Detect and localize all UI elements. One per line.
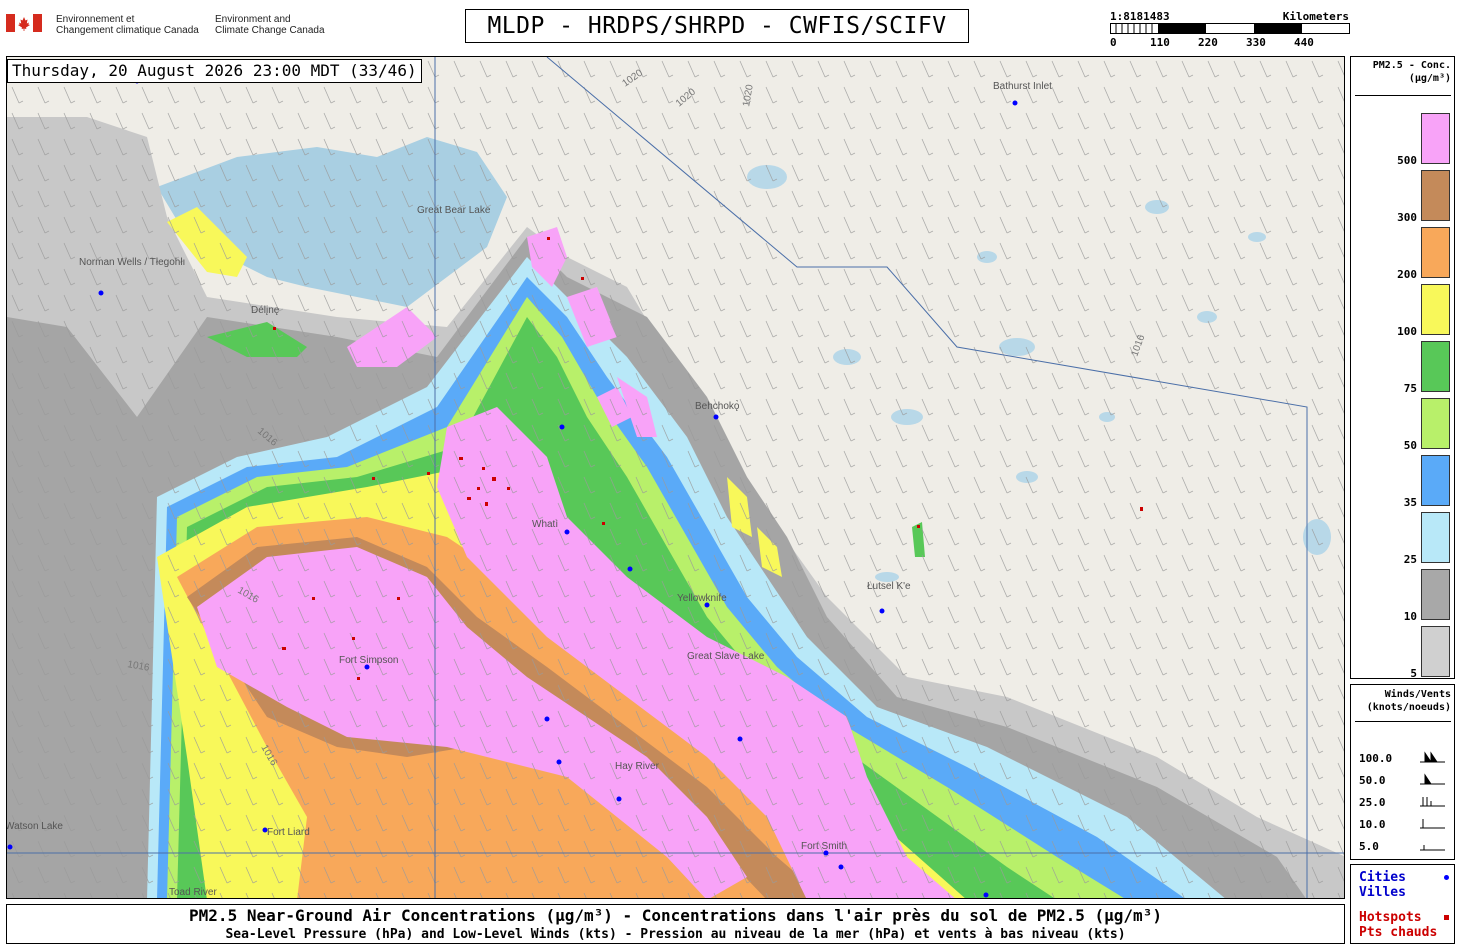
cities-label-line2: Villes bbox=[1359, 885, 1406, 900]
scale-tick: 220 bbox=[1198, 36, 1218, 49]
wind-row: 5.0 bbox=[1359, 840, 1445, 853]
place-label: Yellowknife bbox=[677, 593, 727, 604]
cities-label-line1: Cities bbox=[1359, 870, 1406, 885]
map-caption: PM2.5 Near-Ground Air Concentrations (µg… bbox=[6, 904, 1345, 944]
wind-row: 50.0 bbox=[1359, 773, 1445, 787]
legend-level-label: 75 bbox=[1403, 382, 1417, 395]
dept-name-fr: Environnement et Changement climatique C… bbox=[56, 14, 199, 36]
legend-swatch bbox=[1421, 113, 1450, 164]
legend-level-label: 35 bbox=[1403, 496, 1417, 509]
legend-swatch bbox=[1421, 398, 1450, 449]
wind-barb-icon bbox=[1420, 773, 1445, 785]
place-label: Behchokǫ̀ bbox=[695, 399, 740, 412]
caption-line2: Sea-Level Pressure (hPa) and Low-Level W… bbox=[225, 927, 1126, 942]
hotspots-label-line1: Hotspots bbox=[1359, 910, 1422, 925]
wind-row: 25.0 bbox=[1359, 796, 1445, 809]
legend-level-label: 5 bbox=[1410, 667, 1417, 680]
wind-row-value: 5.0 bbox=[1359, 840, 1379, 853]
legend-swatch bbox=[1421, 284, 1450, 335]
eccc-logo: Environnement et Changement climatique C… bbox=[6, 12, 346, 42]
place-label: Fort Smith bbox=[801, 841, 847, 852]
wind-legend-title: Winds/Vents (knots/noeuds) bbox=[1351, 688, 1451, 714]
place-label: Łutsel K'e bbox=[867, 581, 911, 592]
scale-tick: 0 bbox=[1110, 36, 1117, 49]
scale-unit: Kilometers bbox=[1282, 10, 1349, 23]
wind-barb-icon bbox=[1420, 845, 1445, 851]
legend-divider bbox=[1355, 95, 1451, 96]
forecast-datetime: Thursday, 20 August 2026 23:00 MDT (33/4… bbox=[7, 59, 422, 83]
legend-swatch bbox=[1421, 341, 1450, 392]
place-label: Hay River bbox=[615, 761, 660, 772]
legend-level-label: 10 bbox=[1403, 610, 1417, 623]
legend-title-line1: PM2.5 - Conc. bbox=[1372, 60, 1451, 71]
dept-fr-line1: Environnement et bbox=[56, 14, 135, 25]
map-canvas: Bathurst Inlet Great Bear Lake Norman We… bbox=[7, 57, 1344, 898]
legend-level-label: 100 bbox=[1397, 325, 1417, 338]
place-label: Bathurst Inlet bbox=[993, 81, 1052, 92]
place-label: Fort Liard bbox=[267, 827, 310, 838]
place-label: Great Slave Lake bbox=[687, 651, 765, 662]
wind-row-value: 25.0 bbox=[1359, 796, 1386, 809]
scale-tick: 110 bbox=[1150, 36, 1170, 49]
cities-label: Cities Villes bbox=[1359, 870, 1406, 900]
legend-title: PM2.5 - Conc. (µg/m³) bbox=[1351, 59, 1451, 85]
smoke-forecast-map[interactable]: Bathurst Inlet Great Bear Lake Norman We… bbox=[6, 56, 1345, 899]
wind-row: 100.0 bbox=[1359, 751, 1445, 765]
place-label: Whatì bbox=[532, 519, 558, 530]
scale-ratio: 1:8181483 bbox=[1110, 10, 1170, 23]
page-title: MLDP - HRDPS/SHRPD - CWFIS/SCIFV bbox=[465, 9, 969, 43]
scale-tick: 330 bbox=[1246, 36, 1266, 49]
caption-line1: PM2.5 Near-Ground Air Concentrations (µg… bbox=[189, 906, 1162, 925]
hotspots-label: Hotspots Pts chauds bbox=[1359, 910, 1437, 940]
canada-flag-icon bbox=[6, 14, 42, 32]
wind-row-value: 100.0 bbox=[1359, 752, 1393, 765]
wind-barb-icon bbox=[1420, 797, 1445, 807]
legend-level-label: 200 bbox=[1397, 268, 1417, 281]
wind-title-line1: Winds/Vents bbox=[1384, 689, 1451, 700]
dept-name-en: Environment and Climate Change Canada bbox=[215, 14, 325, 36]
city-dot-icon bbox=[1444, 875, 1449, 880]
wind-barbs bbox=[7, 57, 1344, 898]
wind-legend-divider bbox=[1355, 721, 1451, 722]
wind-barb-icon bbox=[1420, 751, 1445, 763]
wind-row: 10.0 bbox=[1359, 818, 1445, 831]
legend-swatch bbox=[1421, 170, 1450, 221]
wind-barb-icon bbox=[1420, 819, 1445, 829]
legend-level-label: 300 bbox=[1397, 211, 1417, 224]
cities-hotspots-legend: Cities Villes Hotspots Pts chauds bbox=[1350, 864, 1455, 944]
legend-title-line2: (µg/m³) bbox=[1408, 73, 1451, 84]
place-label: Great Bear Lake bbox=[417, 205, 491, 216]
place-label: Fort Simpson bbox=[339, 655, 398, 666]
legend-swatch bbox=[1421, 626, 1450, 677]
hotspots-label-line2: Pts chauds bbox=[1359, 925, 1438, 940]
legend-level-label: 500 bbox=[1397, 154, 1417, 167]
wind-row-value: 50.0 bbox=[1359, 774, 1386, 787]
place-label: Toad River bbox=[169, 887, 217, 898]
legend-swatch bbox=[1421, 227, 1450, 278]
place-label: Délįnę bbox=[251, 305, 280, 316]
place-label: Watson Lake bbox=[7, 821, 63, 832]
wind-title-line2: (knots/noeuds) bbox=[1366, 702, 1451, 713]
legend-level-label: 25 bbox=[1403, 553, 1417, 566]
wind-legend: Winds/Vents (knots/noeuds) 100.0 50.0 25… bbox=[1350, 684, 1455, 860]
hotspot-square-icon bbox=[1444, 915, 1449, 920]
scale-tick: 440 bbox=[1294, 36, 1314, 49]
legend-swatch bbox=[1421, 455, 1450, 506]
pm25-legend: PM2.5 - Conc. (µg/m³) 500 300 200 100 75 50 35… bbox=[1350, 56, 1455, 680]
legend-swatch bbox=[1421, 569, 1450, 620]
scale-graphic bbox=[1110, 23, 1350, 34]
dept-fr-line2: Changement climatique Canada bbox=[56, 25, 199, 36]
legend-level-label: 50 bbox=[1403, 439, 1417, 452]
dept-en-line1: Environment and bbox=[215, 14, 291, 25]
place-label: Norman Wells / Tłegohłı bbox=[79, 257, 185, 268]
scale-bar: 1:8181483 Kilometers 0 110 220 330 440 bbox=[1108, 10, 1353, 50]
legend-swatch bbox=[1421, 512, 1450, 563]
wind-row-value: 10.0 bbox=[1359, 818, 1386, 831]
dept-en-line2: Climate Change Canada bbox=[215, 25, 325, 36]
